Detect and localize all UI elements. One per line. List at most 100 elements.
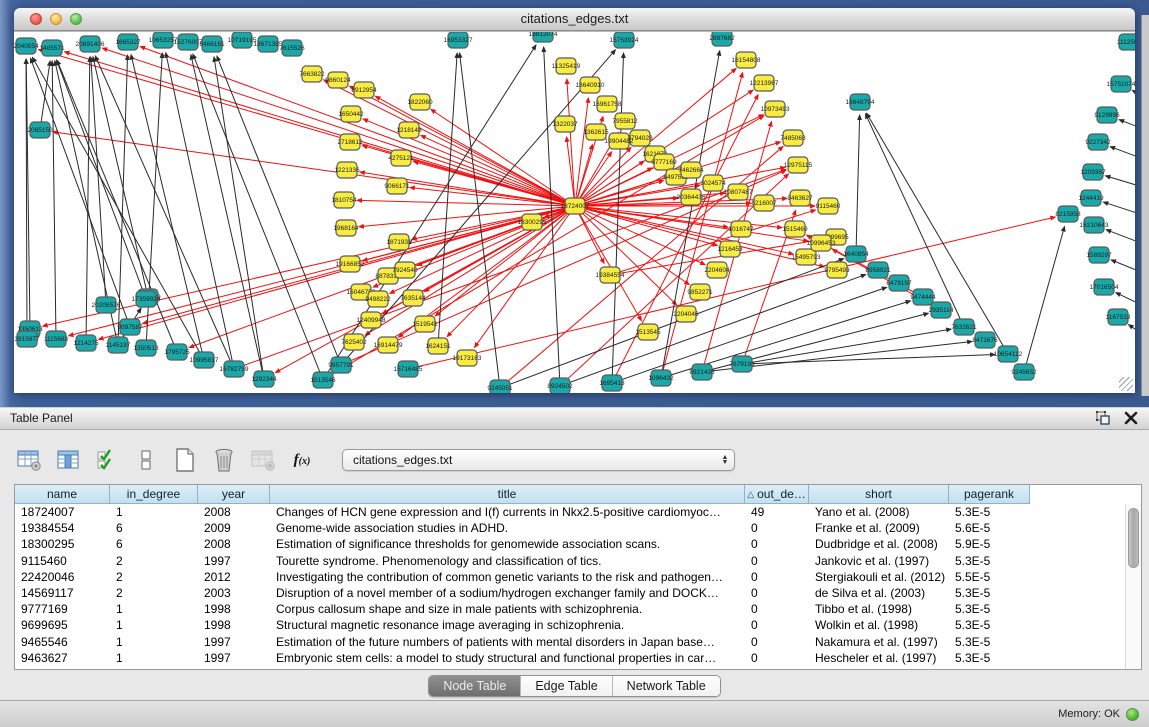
graph-node[interactable]: 19384554 <box>596 267 625 283</box>
close-panel-icon[interactable] <box>1123 410 1139 426</box>
graph-node[interactable]: 8471676 <box>972 332 998 348</box>
graph-node[interactable]: 1822060 <box>407 94 433 110</box>
graph-node[interactable]: 9777169 <box>651 154 677 170</box>
graph-node[interactable]: 6479197 <box>886 275 912 291</box>
graph-node[interactable]: 15751074 <box>1107 76 1135 92</box>
scrollbar-thumb[interactable] <box>1128 508 1139 568</box>
column-header-in_degree[interactable]: in_degree <box>110 485 198 504</box>
graph-node[interactable]: 1624151 <box>425 338 451 354</box>
graph-node[interactable]: 8215958 <box>1055 206 1081 222</box>
graph-node[interactable]: 8466161 <box>199 36 225 52</box>
graph-node[interactable]: 20891406 <box>76 36 105 52</box>
graph-node[interactable]: 9857791 <box>328 357 354 373</box>
graph-node[interactable]: 12213967 <box>750 75 779 91</box>
graph-node[interactable]: 9463627 <box>787 190 813 206</box>
graph-node[interactable]: 8958921 <box>865 262 891 278</box>
graph-node[interactable]: 1665327 <box>115 34 141 50</box>
graph-node[interactable]: 11325419 <box>552 58 581 74</box>
function-builder-icon[interactable]: f(x) <box>289 447 315 473</box>
tab-node-table[interactable]: Node Table <box>429 676 521 696</box>
graph-node[interactable]: 1216453 <box>717 241 743 257</box>
graph-node[interactable]: 9498222 <box>365 291 391 307</box>
table-row[interactable]: 946362711997Embryonic stem cells: a mode… <box>15 650 1126 666</box>
graph-node[interactable]: 1167533 <box>1106 309 1131 325</box>
graph-node[interactable]: 9852271 <box>687 284 713 300</box>
graph-node[interactable]: 10995817 <box>190 352 219 368</box>
graph-node[interactable]: 1695413 <box>599 375 625 391</box>
graph-node[interactable]: 1650442 <box>338 106 364 122</box>
graph-node[interactable]: 1218148 <box>396 122 422 138</box>
graph-node[interactable]: 16154808 <box>732 52 761 68</box>
graph-node[interactable]: 1221336 <box>334 162 360 178</box>
graph-node[interactable]: 1292344 <box>251 371 277 387</box>
graph-node[interactable]: 2065150 <box>27 122 53 138</box>
column-header-short[interactable]: short <box>809 485 949 504</box>
graph-node[interactable]: 15753924 <box>610 32 639 48</box>
graph-node[interactable]: 1096432 <box>648 370 674 386</box>
graph-node[interactable]: 1115683 <box>44 331 69 347</box>
table-row[interactable]: 1872400712008Changes of HCN gene express… <box>15 504 1126 520</box>
graph-node[interactable]: 15716485 <box>394 361 423 377</box>
graph-node[interactable]: 9860124 <box>325 72 351 88</box>
graph-node[interactable]: 3915977 <box>14 331 40 347</box>
graph-node[interactable]: 1513545 <box>635 324 661 340</box>
graph-node[interactable]: 1244419 <box>1078 190 1104 206</box>
select-rows-icon[interactable] <box>94 447 120 473</box>
graph-node[interactable]: 1589297 <box>1086 247 1112 263</box>
column-header-out_de[interactable]: △out_de… <box>745 485 809 504</box>
graph-node[interactable]: 9227342 <box>1085 134 1111 150</box>
tab-edge-table[interactable]: Edge Table <box>521 676 612 696</box>
memory-indicator[interactable] <box>1126 708 1139 721</box>
graph-node[interactable]: 7485063 <box>780 130 806 146</box>
column-header-name[interactable]: name <box>15 485 110 504</box>
graph-node[interactable]: 18300295 <box>518 214 547 230</box>
graph-node[interactable]: 7462664 <box>678 162 704 178</box>
graph-node[interactable]: 1640954 <box>843 246 869 262</box>
graph-node[interactable]: 19166852 <box>336 256 365 272</box>
graph-node[interactable]: 8921426 <box>689 364 715 380</box>
graph-node[interactable]: 12975115 <box>784 157 813 173</box>
graph-node[interactable]: 1112504 <box>1117 34 1135 50</box>
graph-node[interactable]: 9245652 <box>1011 364 1037 380</box>
vertical-scrollbar[interactable] <box>1125 504 1141 669</box>
graph-node[interactable]: 10719195 <box>228 32 257 48</box>
graph-node[interactable]: 9066171 <box>384 178 410 194</box>
table-row[interactable]: 977716911998Corpus callosum shape and si… <box>15 601 1126 617</box>
graph-node[interactable]: 1322037 <box>552 116 578 132</box>
graph-node[interactable]: 2204604 <box>704 262 730 278</box>
graph-node[interactable]: 1350513 <box>133 340 159 356</box>
graph-node[interactable]: 8912954 <box>351 82 377 98</box>
graph-node[interactable]: 8924502 <box>547 378 573 393</box>
graph-node[interactable]: 16953327 <box>444 32 473 48</box>
table-settings-icon[interactable] <box>16 447 42 473</box>
table-selector-dropdown[interactable]: citations_edges.txt ▲▼ <box>342 449 735 471</box>
graph-node[interactable]: 7663822 <box>299 66 325 82</box>
graph-node[interactable]: 1405571 <box>39 40 65 56</box>
column-header-pagerank[interactable]: pagerank <box>949 485 1030 504</box>
graph-node[interactable]: 16961758 <box>593 96 622 112</box>
table-row[interactable]: 946554611997Estimation of the future num… <box>15 634 1126 650</box>
graph-node[interactable]: 1871931 <box>386 234 412 250</box>
graph-node[interactable]: 1515469 <box>782 221 808 237</box>
graph-node[interactable]: 7924540 <box>392 262 418 278</box>
graph-node[interactable]: 2204046 <box>673 306 699 322</box>
graph-node[interactable]: 1145197 <box>106 337 131 353</box>
graph-node[interactable]: 10973493 <box>761 101 790 117</box>
float-panel-icon[interactable] <box>1095 410 1111 426</box>
table-row[interactable]: 1456911722003Disruption of a novel membe… <box>15 585 1126 601</box>
graph-node[interactable]: 4275121 <box>388 150 414 166</box>
delete-table-disabled-icon[interactable] <box>250 447 276 473</box>
graph-node[interactable]: 20206576 <box>92 297 121 313</box>
table-row[interactable]: 1938455462009Genome-wide association stu… <box>15 520 1126 536</box>
table-panel-header[interactable]: Table Panel <box>0 407 1149 430</box>
graph-node[interactable]: 20364436 <box>677 189 706 205</box>
graph-node[interactable]: 1209387 <box>1080 164 1106 180</box>
graph-node[interactable]: 7625402 <box>341 334 367 350</box>
graph-node[interactable]: 9097587 <box>117 319 143 335</box>
graph-node[interactable]: 7635144 <box>400 290 426 306</box>
graph-node[interactable]: 10654112 <box>994 346 1023 362</box>
graph-node[interactable]: 18640910 <box>576 77 605 93</box>
graph-node[interactable]: 1810754 <box>331 192 357 208</box>
window-titlebar[interactable]: citations_edges.txt <box>14 8 1135 31</box>
graph-node[interactable]: 1519541 <box>412 316 438 332</box>
